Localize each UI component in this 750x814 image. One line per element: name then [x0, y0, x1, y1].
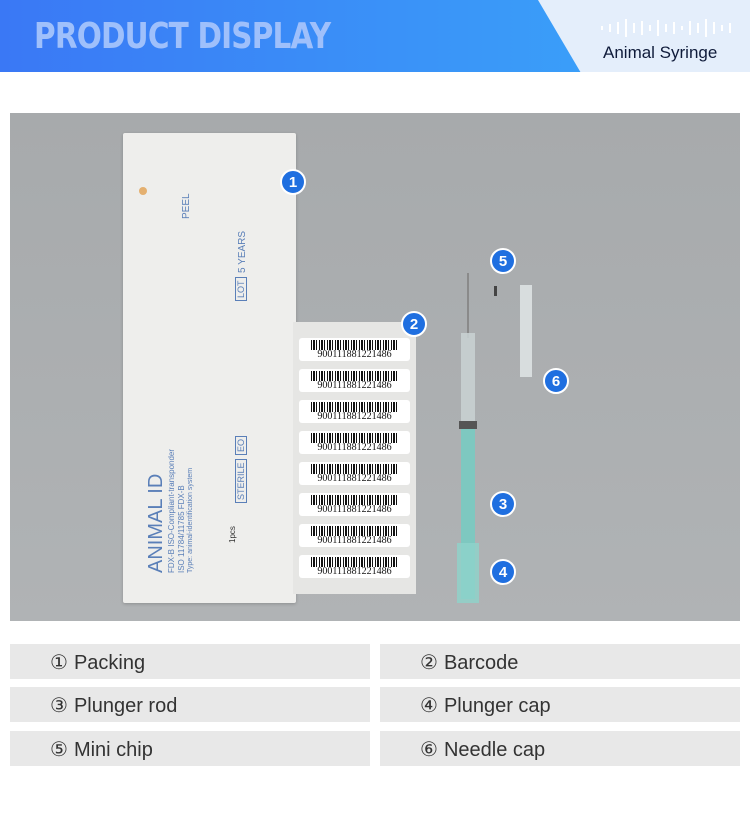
mini-chip: [494, 286, 497, 296]
label-plunger-rod: ③ Plunger rod: [10, 687, 370, 722]
badge-4: 4: [490, 559, 516, 585]
badge-6: 6: [543, 368, 569, 394]
syringe-joint: [459, 421, 477, 429]
badge-5: 5: [490, 248, 516, 274]
label-number: ⑤: [50, 739, 68, 761]
syringe-barrel: [461, 333, 475, 423]
label-text: Packing: [73, 652, 146, 674]
product-photo: ANIMAL ID FDX-B ISO-Compliant-transponde…: [10, 113, 740, 621]
label-text: Plunger rod: [73, 695, 178, 717]
label-text: Mini chip: [73, 739, 153, 761]
soundwave-icon: [601, 19, 731, 37]
label-number: ⑥: [420, 739, 438, 761]
label-text: Barcode: [443, 652, 519, 674]
page-title: PRODUCT DISPLAY: [34, 16, 331, 57]
page-subtitle: Animal Syringe: [603, 43, 718, 62]
badge-3: 3: [490, 491, 516, 517]
label-number: ②: [420, 652, 438, 674]
header-banner: PRODUCT DISPLAY Animal Syringe: [0, 0, 750, 72]
label-barcode: ② Barcode: [380, 644, 740, 679]
label-text: Plunger cap: [443, 695, 551, 717]
label-needle-cap: ⑥ Needle cap: [380, 731, 740, 766]
needle-cap: [520, 285, 532, 377]
label-packing: ① Packing: [10, 644, 370, 679]
label-plunger-cap: ④ Plunger cap: [380, 687, 740, 722]
label-number: ④: [420, 695, 438, 717]
syringe-illustration: [457, 273, 532, 603]
label-text: Needle cap: [443, 739, 546, 761]
label-mini-chip: ⑤ Mini chip: [10, 731, 370, 766]
plunger-cap: [457, 543, 479, 603]
label-number: ①: [50, 652, 68, 674]
label-number: ③: [50, 695, 68, 717]
